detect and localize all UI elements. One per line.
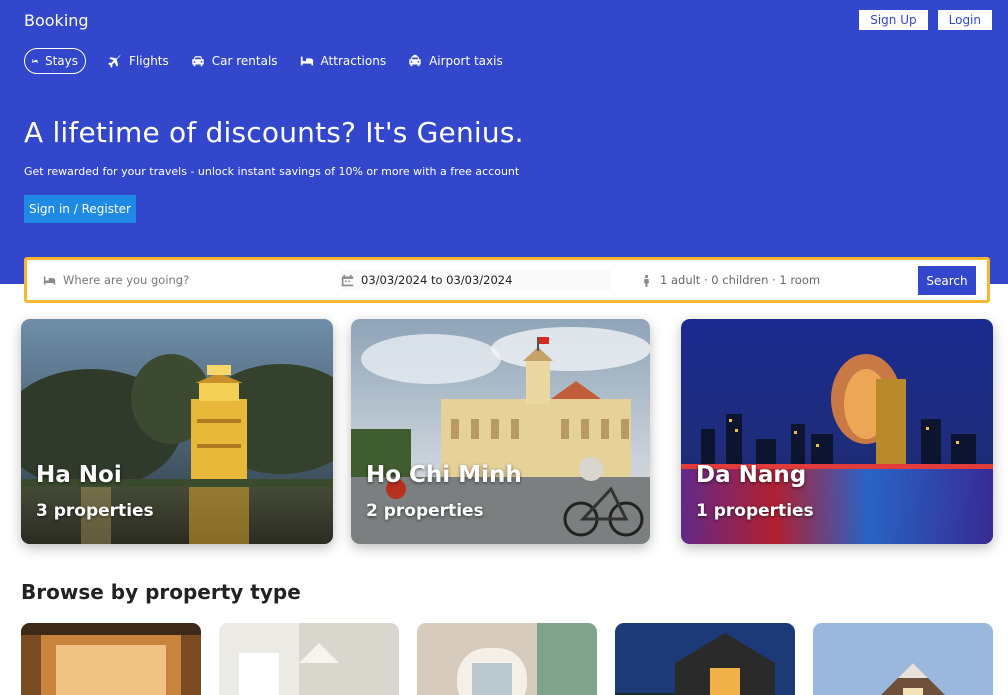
city-property-count: 1 properties (696, 501, 814, 521)
city-card-ho-chi-minh[interactable]: Ho Chi Minh 2 properties (351, 319, 650, 544)
bed-icon (43, 275, 56, 285)
city-card-ha-noi[interactable]: Ha Noi 3 properties (21, 319, 333, 544)
bed-icon (300, 56, 313, 66)
city-name: Ha Noi (36, 462, 122, 488)
guests-field[interactable]: 1 adult · 0 children · 1 room (640, 270, 910, 290)
auth-buttons: Sign Up Login (859, 10, 992, 30)
city-property-count: 3 properties (36, 501, 154, 521)
guests-value: 1 adult · 0 children · 1 room (660, 273, 821, 287)
hero-subtitle: Get rewarded for your travels - unlock i… (24, 165, 520, 178)
property-photo (615, 623, 795, 695)
nav-item-flights[interactable]: Flights (108, 48, 169, 74)
destination-input[interactable] (63, 273, 303, 287)
property-photo (417, 623, 597, 695)
hero-title: A lifetime of discounts? It's Genius. (24, 116, 524, 149)
nav-item-stays[interactable]: Stays (24, 48, 86, 74)
property-photo (21, 623, 201, 695)
signup-button[interactable]: Sign Up (859, 10, 928, 30)
property-type-card[interactable] (813, 623, 993, 695)
car-icon (192, 56, 204, 67)
date-range-field[interactable]: 03/03/2024 to 03/03/2024 (341, 270, 611, 290)
destination-field[interactable] (43, 270, 313, 290)
brand-logo[interactable]: Booking (24, 11, 89, 30)
nav-item-label: Car rentals (211, 54, 278, 68)
taxi-icon (409, 54, 421, 67)
city-property-count: 2 properties (366, 501, 484, 521)
sign-in-register-button[interactable]: Sign in / Register (24, 195, 136, 223)
property-type-card[interactable] (21, 623, 201, 695)
city-name: Ho Chi Minh (366, 462, 522, 488)
nav-bar: Stays Flights Car rentals Attractions Ai… (24, 48, 525, 74)
date-range-value: 03/03/2024 to 03/03/2024 (361, 273, 513, 287)
browse-section-title: Browse by property type (21, 580, 301, 604)
property-type-card[interactable] (615, 623, 795, 695)
nav-item-car-rentals[interactable]: Car rentals (191, 48, 278, 74)
city-name: Da Nang (696, 462, 807, 488)
nav-item-label: Attractions (320, 54, 387, 68)
nav-item-label: Stays (44, 54, 78, 68)
nav-item-airport-taxis[interactable]: Airport taxis (408, 48, 503, 74)
nav-item-label: Airport taxis (429, 54, 503, 68)
person-icon (644, 274, 649, 287)
nav-item-label: Flights (129, 54, 169, 68)
login-button[interactable]: Login (937, 10, 992, 30)
bed-icon (32, 59, 38, 63)
search-button[interactable]: Search (918, 266, 976, 295)
property-type-card[interactable] (417, 623, 597, 695)
property-photo (813, 623, 993, 695)
plane-icon (108, 54, 121, 68)
city-card-da-nang[interactable]: Da Nang 1 properties (681, 319, 993, 544)
search-bar: 03/03/2024 to 03/03/2024 1 adult · 0 chi… (24, 257, 990, 303)
calendar-icon (341, 274, 354, 286)
header-banner: Booking Sign Up Login Stays Flights Car … (0, 0, 1008, 284)
property-photo (219, 623, 399, 695)
nav-item-attractions[interactable]: Attractions (300, 48, 387, 74)
property-type-card[interactable] (219, 623, 399, 695)
